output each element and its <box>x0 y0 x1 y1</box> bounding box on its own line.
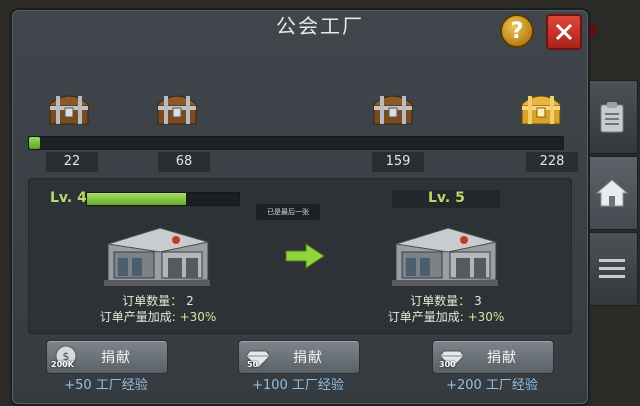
help-button[interactable]: ? <box>500 14 534 48</box>
bonus-value: +30% <box>467 310 505 324</box>
level-xp-fill <box>87 193 186 205</box>
next-orders-stat: 订单数量： 3 <box>346 294 546 309</box>
next-level-label: Lv. 5 <box>428 190 465 206</box>
donate-coin-button[interactable]: $ 200K 捐献 <box>46 340 168 374</box>
side-tab-home[interactable] <box>586 156 638 230</box>
cost-amount: 300 <box>439 360 456 369</box>
page-title: 公会工厂 <box>276 14 364 38</box>
donate-label: 捐献 <box>101 350 131 366</box>
close-icon <box>555 23 573 41</box>
bonus-label: 订单产量加成: <box>387 310 464 324</box>
contribution-progress-bar <box>28 136 564 150</box>
orders-value: 2 <box>186 294 194 308</box>
milestone-label: 228 <box>526 152 578 172</box>
milestone-label: 159 <box>372 152 424 172</box>
tooltip: 已是最后一张 <box>256 204 320 220</box>
current-level-label: Lv. 4 <box>50 190 87 206</box>
milestone-label: 68 <box>158 152 210 172</box>
current-orders-stat: 订单数量： 2 <box>58 294 258 309</box>
donate-label: 捐献 <box>293 350 323 366</box>
orders-label: 订单数量： <box>410 294 471 308</box>
arrow-right-icon <box>285 243 325 269</box>
milestone-label: 22 <box>46 152 98 172</box>
progress-fill <box>29 137 40 149</box>
clipboard-icon <box>600 102 624 133</box>
orders-value: 3 <box>474 294 482 308</box>
side-tab-menu[interactable] <box>586 232 638 306</box>
menu-icon <box>599 259 625 278</box>
cost-amount: 50 <box>247 360 259 369</box>
orders-label: 订单数量： <box>122 294 183 308</box>
bonus-label: 订单产量加成: <box>99 310 176 324</box>
donate-diamond-button[interactable]: 300 捐献 <box>432 340 554 374</box>
exp-reward-label: +100 工厂经验 <box>252 378 344 393</box>
next-bonus-stat: 订单产量加成: +30% <box>346 310 546 325</box>
current-bonus-stat: 订单产量加成: +30% <box>58 310 258 325</box>
cost-amount: 200K <box>51 360 74 369</box>
factory-building-icon <box>104 227 210 286</box>
level-xp-bar <box>86 192 240 206</box>
exp-reward-label: +200 工厂经验 <box>446 378 538 393</box>
side-tab-tasks[interactable] <box>586 80 638 154</box>
bronze-chest-icon[interactable] <box>46 86 92 128</box>
factory-building-icon <box>392 227 498 286</box>
bronze-chest-icon[interactable] <box>370 86 416 128</box>
gold-chest-icon[interactable] <box>518 86 564 128</box>
question-icon: ? <box>510 18 524 44</box>
donate-label: 捐献 <box>487 350 517 366</box>
donate-diamond-button[interactable]: 50 捐献 <box>238 340 360 374</box>
exp-reward-label: +50 工厂经验 <box>64 378 148 393</box>
close-button[interactable] <box>546 14 582 50</box>
home-icon <box>595 179 629 207</box>
bonus-value: +30% <box>179 310 217 324</box>
bronze-chest-icon[interactable] <box>154 86 200 128</box>
